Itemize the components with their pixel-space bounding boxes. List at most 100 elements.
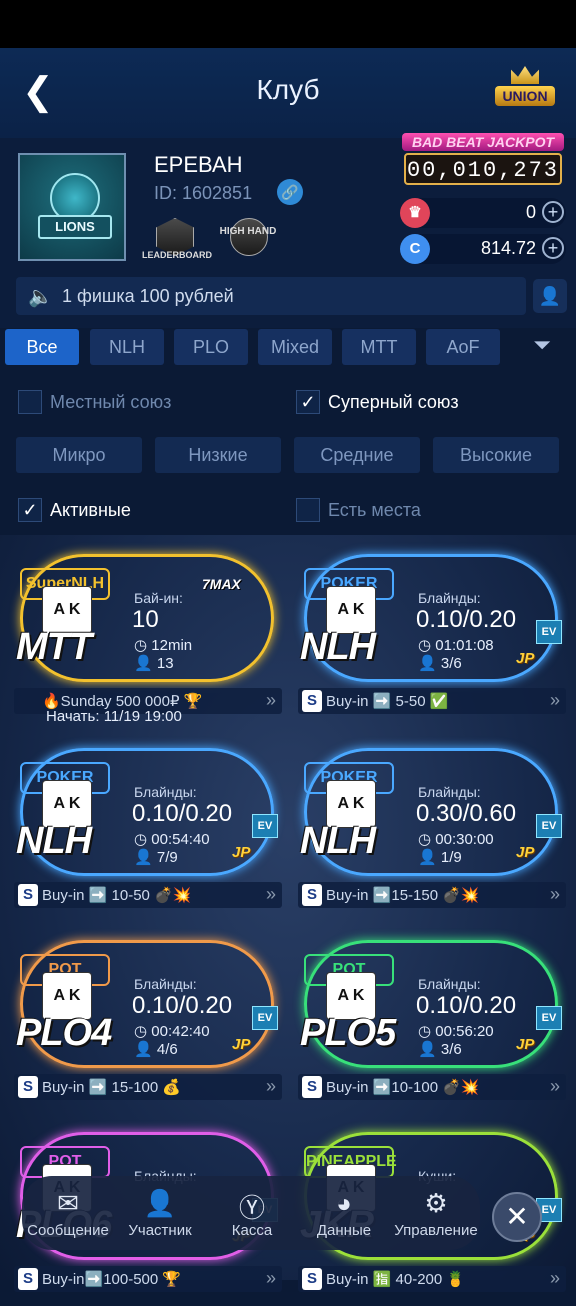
nav-data[interactable]: ◕ Данные: [300, 1188, 388, 1248]
announcement-bar[interactable]: 🔈 1 фишка 100 рублей: [16, 277, 526, 315]
high-hand-badge[interactable]: HIGH HAND: [220, 218, 276, 264]
filter-icon[interactable]: ⏷: [524, 332, 560, 362]
local-union-checkbox[interactable]: [18, 390, 42, 414]
local-union-label: Местный союз: [50, 392, 172, 412]
game-label: Блайнды:: [134, 784, 197, 800]
agent-icon[interactable]: 👤: [533, 279, 567, 313]
game-players: 👤 3/6: [418, 655, 462, 672]
status-bar: [0, 0, 576, 48]
game-value: 0.10/0.20: [132, 992, 233, 1019]
game-card[interactable]: SuperNLH A K MTT Бай-ин: 10 ◷ 12min 👤 13 7MAX 🔥S…: [14, 548, 282, 728]
ev-icon: EV: [536, 814, 562, 838]
game-card[interactable]: POT A K PLO4 Блайнды: 0.10/0.20 ◷ 00:42:40 👤 4…: [14, 934, 282, 1114]
s-icon: S: [302, 1076, 322, 1098]
tab-nlh[interactable]: NLH: [90, 329, 164, 365]
s-icon: S: [18, 1076, 38, 1098]
game-time: ◷ 12min: [134, 637, 193, 654]
level-low[interactable]: Низкие: [155, 437, 281, 473]
nav-label: Данные: [316, 1222, 372, 1239]
jackpot-icon: JP: [232, 844, 251, 861]
game-footer: S Buy-in 🈯 40-200 🍍 »: [298, 1266, 566, 1292]
tab-plo[interactable]: PLO: [174, 329, 248, 365]
game-label: Блайнды:: [418, 976, 481, 992]
game-players: 👤 7/9: [134, 849, 178, 866]
seats-checkbox[interactable]: [296, 498, 320, 522]
level-medium[interactable]: Средние: [294, 437, 420, 473]
diamond-balance: ♛ 0 +: [400, 198, 566, 228]
badge-label: HIGH HAND: [219, 226, 277, 237]
game-time-value: 00:42:40: [151, 1023, 210, 1040]
active-checkbox[interactable]: ✓: [18, 498, 42, 522]
game-footer: S Buy-in ➡️15-150 💣💥 »: [298, 882, 566, 908]
link-icon[interactable]: 🔗: [277, 179, 303, 205]
speaker-icon: 🔈: [28, 286, 53, 308]
game-footer-text: Buy-in ➡️15-150 💣💥: [326, 887, 480, 904]
union-button[interactable]: UNION: [495, 66, 555, 112]
jackpot-icon: JP: [516, 1036, 535, 1053]
game-type: NLH: [300, 820, 376, 862]
game-card[interactable]: POT A K PLO5 Блайнды: 0.10/0.20 ◷ 00:56:20 👤 3…: [298, 934, 566, 1114]
chevron-right-icon: »: [265, 1268, 276, 1288]
seats-label: Есть места: [328, 500, 421, 520]
page-title: Клуб: [256, 74, 320, 105]
game-value: 10: [132, 606, 159, 633]
nav-management[interactable]: ⚙ Управление: [392, 1188, 480, 1248]
game-time-value: 00:54:40: [151, 831, 210, 848]
announcement-text: 1 фишка 100 рублей: [62, 286, 234, 306]
game-footer: S Buy-in ➡️10-100 💣💥 »: [298, 1074, 566, 1100]
game-start-time: Начать: 11/19 19:00: [46, 708, 182, 725]
ev-icon: EV: [536, 620, 562, 644]
high-hand-icon: [230, 218, 268, 256]
nav-label: Участник: [128, 1222, 192, 1239]
game-footer-text: Buy-in ➡️ 15-100 💰: [42, 1079, 182, 1096]
envelope-icon: ✉: [57, 1188, 79, 1218]
game-footer-text: Buy-in 🈯 40-200 🍍: [326, 1271, 466, 1288]
game-value: 0.10/0.20: [416, 606, 517, 633]
s-icon: S: [18, 884, 38, 906]
chevron-right-icon: »: [265, 1076, 276, 1096]
add-coin-button[interactable]: +: [542, 237, 564, 259]
badge-label: LEADERBOARD: [142, 250, 213, 260]
pie-chart-icon: ◕: [336, 1188, 352, 1218]
add-diamond-button[interactable]: +: [542, 201, 564, 223]
super-union-checkbox[interactable]: ✓: [296, 390, 320, 414]
nav-label: Касса: [231, 1222, 273, 1239]
game-players-value: 3/6: [440, 655, 462, 672]
game-time: ◷ 00:30:00: [418, 831, 494, 848]
game-footer-text: Buy-in ➡️ 5-50 ✅: [326, 693, 449, 710]
game-time: ◷ 00:54:40: [134, 831, 210, 848]
union-label: UNION: [495, 86, 555, 106]
game-type: NLH: [16, 820, 92, 862]
game-card[interactable]: POKER A K NLH Блайнды: 0.30/0.60 ◷ 00:30:00 👤 …: [298, 742, 566, 922]
tab-mixed[interactable]: Mixed: [258, 329, 332, 365]
ev-icon: EV: [252, 1006, 278, 1030]
chevron-right-icon: »: [265, 690, 276, 710]
person-icon: 👤: [143, 1188, 177, 1218]
tab-aof[interactable]: AoF: [426, 329, 500, 365]
ev-icon: EV: [252, 814, 278, 838]
game-logo: POKER A K NLH: [14, 762, 114, 872]
nav-cashier[interactable]: Ⓨ Касса: [208, 1188, 296, 1248]
club-logo-text: LIONS: [38, 215, 112, 239]
nav-members[interactable]: 👤 Участник: [116, 1188, 204, 1248]
active-label: Активные: [50, 500, 131, 520]
leaderboard-badge[interactable]: LEADERBOARD: [142, 218, 212, 264]
game-card[interactable]: POKER A K NLH Блайнды: 0.10/0.20 ◷ 00:54:40 👤 …: [14, 742, 282, 922]
nav-messages[interactable]: ✉ Сообщение: [24, 1188, 112, 1248]
game-time: ◷ 00:56:20: [418, 1023, 494, 1040]
game-footer-text: Buy-in ➡️10-100 💣💥: [326, 1079, 480, 1096]
game-type: MTT: [16, 626, 92, 668]
bad-beat-jackpot[interactable]: BAD BEAT JACKPOT 00,010,273: [402, 133, 564, 188]
level-high[interactable]: Высокие: [433, 437, 559, 473]
coin-icon: C: [400, 234, 430, 264]
close-icon[interactable]: ✕: [492, 1192, 542, 1242]
tab-all[interactable]: Все: [5, 329, 79, 365]
game-type: PLO4: [16, 1012, 112, 1054]
level-micro[interactable]: Микро: [16, 437, 142, 473]
game-card[interactable]: POKER A K NLH Блайнды: 0.10/0.20 ◷ 01:01:08 👤 …: [298, 548, 566, 728]
game-time: ◷ 00:42:40: [134, 1023, 210, 1040]
s-icon: S: [302, 884, 322, 906]
game-time-value: 01:01:08: [435, 637, 494, 654]
tab-mtt[interactable]: MTT: [342, 329, 416, 365]
chevron-right-icon: »: [549, 1076, 560, 1096]
